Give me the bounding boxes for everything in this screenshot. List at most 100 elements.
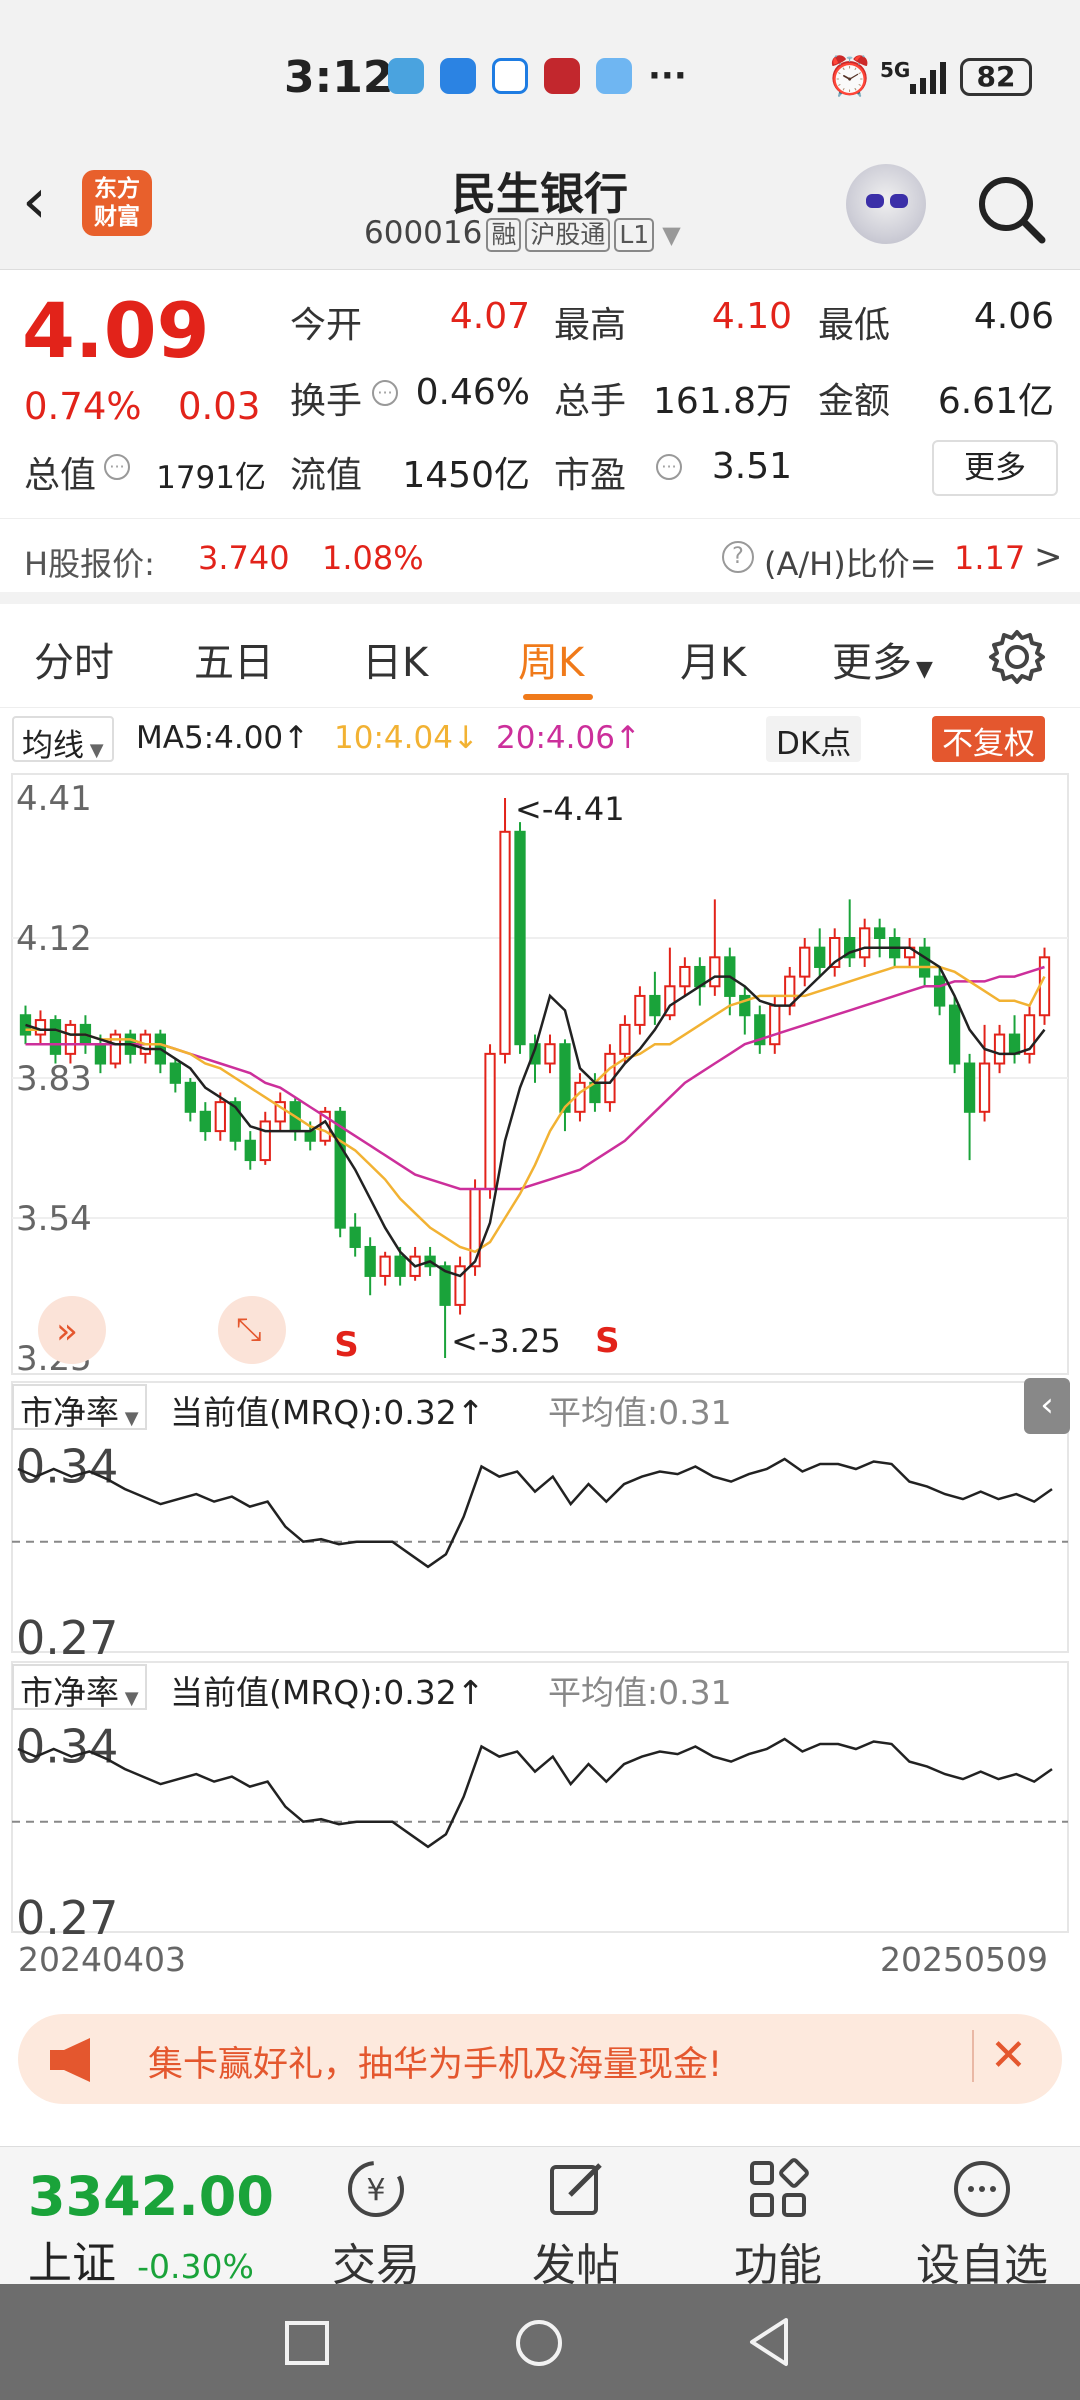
candle-down [918,946,931,978]
candle-down [529,1043,541,1065]
indicator-1-current: 当前值(MRQ):0.32↑ [170,1393,485,1432]
candle-up [619,1023,631,1055]
candle-down [184,1081,196,1113]
sell-signal-label: S [334,1325,359,1365]
candle-down [124,1033,137,1055]
candle-up [679,965,691,988]
expand-left-button [38,1296,106,1364]
candle-down [739,994,751,1017]
h-share-price: 3.740 [198,539,290,577]
candle-down [349,1226,361,1248]
promo-banner[interactable]: 集卡赢好礼，抽华为手机及海量现金! ✕ [18,2014,1062,2104]
tab-monthly-k[interactable]: 月K [680,630,746,688]
info-icon[interactable]: ··· [656,454,682,480]
assistant-avatar[interactable] [846,164,926,244]
low-label: 最低 [818,305,891,346]
candle-down [49,1019,62,1055]
amount-label: 金额 [818,381,891,422]
h-share-row[interactable]: H股报价: 3.740 1.08% ? (A/H)比价= 1.17 > [0,518,1080,604]
back-nav-icon[interactable] [746,2316,792,2368]
ma-selector[interactable]: 均线 ▼ [12,716,114,764]
caret-down-icon: ▼ [119,1408,139,1429]
candle-up [214,1101,226,1133]
candle-up [469,1188,481,1268]
float-cap-value: 1450亿 [402,455,530,496]
search-icon[interactable] [976,174,1048,246]
ma20-line [25,965,1045,1191]
candle-up [109,1033,122,1065]
candle-up [139,1033,152,1055]
home-icon[interactable] [514,2318,564,2368]
y-tick-label: 4.41 [16,779,92,819]
indicator-selector-1-label: 市净率 [20,1393,119,1432]
candle-down [589,1081,601,1104]
volume-label: 总手 [554,381,627,422]
y-tick-label: 3.25 [16,1339,92,1379]
candle-down [754,1014,766,1046]
nav-post[interactable]: 发帖 [506,2157,646,2293]
candle-up [544,1043,556,1065]
y-tick-label: 4.12 [16,919,92,959]
megaphone-icon [50,2038,90,2082]
indicator-selector-2[interactable]: 市净率 ▼ [12,1664,147,1712]
ah-ratio-value: 1.17 [954,539,1026,577]
more-notifications-icon: ··· [648,56,687,96]
recents-icon[interactable] [284,2320,330,2366]
tab-five-day[interactable]: 五日 [194,630,274,688]
indicator-2-current: 当前值(MRQ):0.32↑ [170,1673,485,1712]
help-icon[interactable]: ? [722,541,754,573]
candle-down [229,1101,241,1142]
ah-ratio-label: (A/H)比价= [764,545,937,583]
indicator-tick-label: 0.34 [16,1440,118,1494]
ma10-value: 10:4.04↓ [334,720,479,756]
nav-functions[interactable]: 功能 [708,2157,848,2293]
info-icon[interactable]: ··· [104,454,130,480]
market-cap-value: 1791亿 [156,460,266,496]
indicator-selector-1[interactable]: 市净率 ▼ [12,1384,147,1432]
candle-up [1023,1014,1036,1055]
candle-down [724,956,736,997]
indicator-tick-label: 0.27 [16,1891,118,1945]
more-button[interactable]: 更多 [932,440,1058,496]
candle-up [829,937,841,968]
cloud-icon [388,58,424,94]
candle-down [154,1033,167,1065]
candle-down [94,1043,107,1065]
tab-intraday[interactable]: 分时 [34,630,114,688]
start-date: 20240403 [18,1940,186,1979]
close-icon[interactable]: ✕ [972,2030,1027,2082]
panel-collapse-button[interactable]: ‹ [1024,1378,1070,1434]
tab-weekly-k[interactable]: 周K [518,630,584,688]
adjust-mode-button[interactable]: 不复权 [932,716,1045,762]
ma5-line [25,946,1046,1278]
nav-trade[interactable]: ¥ 交易 [306,2157,446,2293]
candle-down [559,1043,571,1113]
system-nav-bar [0,2284,1080,2400]
dropdown-arrow-icon[interactable]: ▼ [662,221,680,249]
ma10-line [25,965,1046,1254]
index-widget[interactable]: 3342.00 上证 -0.30% [28,2167,274,2291]
nav-add-watchlist[interactable]: 设自选 [912,2157,1052,2293]
tab-daily-k[interactable]: 日K [362,630,428,688]
end-date: 20250509 [880,1940,1048,1979]
dk-point-toggle[interactable]: DK点 [766,716,862,762]
fullscreen-button [218,1296,286,1364]
bottom-nav: 3342.00 上证 -0.30% ¥ 交易 发帖 功能 设自选 [0,2146,1080,2291]
candle-down [289,1101,301,1133]
index-change: -0.30% [137,2247,254,2286]
candle-down [439,1265,451,1306]
info-icon[interactable]: ··· [372,380,398,406]
candle-up [709,956,721,988]
float-cap-label: 流值 [290,455,363,496]
main-panel-frame [11,773,1069,1375]
tab-more[interactable]: 更多 ▼ [832,630,933,688]
candle-up [784,975,796,1007]
candle-down [814,946,826,968]
candle-down [948,1004,961,1065]
candle-up [604,1052,616,1104]
candle-down [364,1245,376,1277]
low-price-label: <-3.25 [451,1322,561,1360]
candle-up [903,946,916,959]
candle-down [874,927,886,940]
settings-gear-icon[interactable] [988,628,1046,686]
